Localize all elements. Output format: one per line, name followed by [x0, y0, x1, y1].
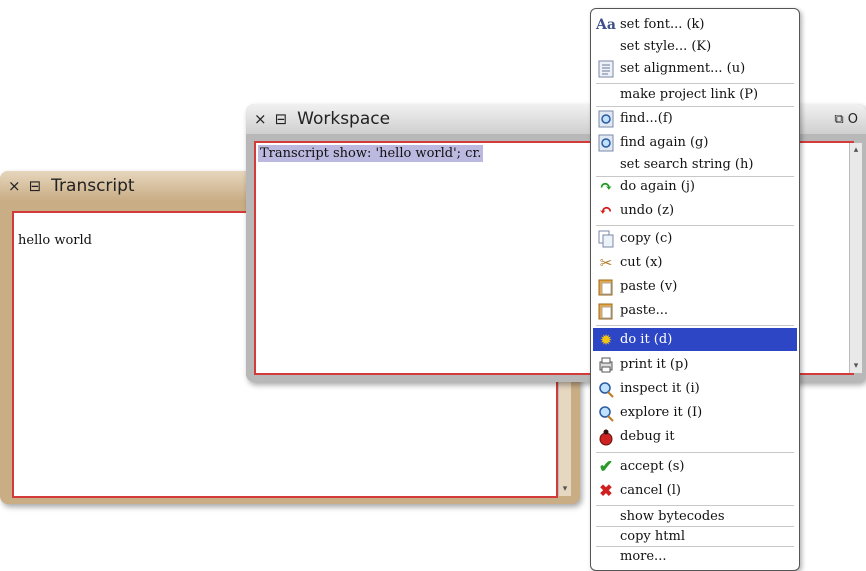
menu-separator	[596, 325, 794, 326]
menu-item-label: find again (g)	[620, 135, 709, 150]
close-icon[interactable]: ×	[254, 111, 267, 127]
checkmark-icon: ✔	[598, 456, 614, 477]
menu-item-set-search-string[interactable]: set search string (h)	[593, 155, 797, 174]
window-menu-icon[interactable]: ⊟	[29, 178, 42, 194]
window-title: Transcript	[51, 176, 135, 196]
menu-item-label: show bytecodes	[620, 509, 725, 524]
cross-icon: ✖	[599, 481, 613, 500]
menu-item-label: paste (v)	[620, 279, 678, 294]
menu-item-accept[interactable]: ✔ accept (s)	[593, 455, 797, 478]
font-icon: Aa	[596, 16, 616, 33]
menu-item-make-project-link[interactable]: make project link (P)	[593, 85, 797, 104]
menu-item-label: find...(f)	[620, 111, 673, 126]
find-again-icon	[596, 134, 616, 152]
scroll-down-arrow-icon[interactable]: ▾	[560, 484, 570, 494]
menu-item-do-again[interactable]: ↷ do again (j)	[593, 175, 797, 198]
alignment-icon	[596, 60, 616, 78]
text-context-menu[interactable]: Aa set font... (k) set style... (K) set …	[590, 8, 800, 571]
menu-item-label: undo (z)	[620, 203, 675, 218]
copy-icon	[596, 230, 616, 248]
gear-icon: ✹	[599, 330, 613, 349]
close-icon[interactable]: ×	[8, 178, 21, 194]
paste-icon	[596, 302, 616, 320]
menu-item-more[interactable]: more...	[593, 547, 797, 566]
bug-icon	[596, 428, 616, 446]
menu-item-label: cut (x)	[620, 255, 663, 270]
menu-item-label: set alignment... (u)	[620, 61, 746, 76]
redo-icon: ↷	[599, 177, 613, 196]
menu-item-debug-it[interactable]: debug it	[593, 425, 797, 448]
menu-item-copy-html[interactable]: copy html	[593, 527, 797, 546]
workspace-code-selection[interactable]: Transcript show: 'hello world'; cr.	[258, 145, 484, 162]
window-title: Workspace	[297, 109, 391, 129]
menu-item-label: more...	[620, 549, 667, 564]
scroll-up-arrow-icon[interactable]: ▴	[851, 145, 861, 155]
undo-icon: ↶	[599, 201, 613, 220]
menu-item-label: explore it (I)	[620, 405, 703, 420]
menu-item-set-font[interactable]: Aa set font... (k)	[593, 13, 797, 36]
menu-item-show-bytecodes[interactable]: show bytecodes	[593, 507, 797, 526]
menu-item-label: print it (p)	[620, 357, 689, 372]
scissors-icon: ✂	[599, 253, 613, 272]
paste-icon	[596, 278, 616, 296]
menu-item-label: make project link (P)	[620, 87, 759, 102]
menu-item-label: inspect it (i)	[620, 381, 700, 396]
window-menu-icon[interactable]: ⊟	[275, 111, 288, 127]
menu-item-set-style[interactable]: set style... (K)	[593, 35, 797, 58]
menu-separator	[596, 83, 794, 84]
scroll-down-arrow-icon[interactable]: ▾	[851, 361, 861, 371]
menu-item-label: copy html	[620, 529, 685, 544]
menu-item-find[interactable]: find...(f)	[593, 107, 797, 130]
menu-item-copy[interactable]: copy (c)	[593, 227, 797, 250]
menu-item-label: do it (d)	[620, 332, 673, 347]
inspect-icon	[596, 380, 616, 398]
menu-item-label: do again (j)	[620, 179, 695, 194]
menu-item-do-it[interactable]: ✹ do it (d)	[593, 328, 797, 351]
menu-item-undo[interactable]: ↶ undo (z)	[593, 199, 797, 222]
menu-item-paste[interactable]: paste (v)	[593, 275, 797, 298]
transcript-output: hello world	[18, 233, 92, 248]
menu-item-label: accept (s)	[620, 459, 685, 474]
menu-item-paste-dialog[interactable]: paste...	[593, 299, 797, 322]
menu-item-inspect-it[interactable]: inspect it (i)	[593, 377, 797, 400]
menu-item-label: debug it	[620, 429, 675, 444]
menu-item-label: paste...	[620, 303, 669, 318]
menu-item-label: set font... (k)	[620, 17, 705, 32]
menu-separator	[596, 225, 794, 226]
menu-item-cut[interactable]: ✂ cut (x)	[593, 251, 797, 274]
collapse-expand-icons[interactable]: ⧉ O	[834, 112, 858, 127]
menu-separator	[596, 505, 794, 506]
print-it-icon	[596, 356, 616, 374]
menu-item-print-it[interactable]: print it (p)	[593, 353, 797, 376]
menu-item-label: copy (c)	[620, 231, 673, 246]
menu-item-cancel[interactable]: ✖ cancel (l)	[593, 479, 797, 502]
menu-item-label: set search string (h)	[620, 157, 754, 172]
menu-item-label: cancel (l)	[620, 483, 681, 498]
menu-separator	[596, 452, 794, 453]
menu-item-set-alignment[interactable]: set alignment... (u)	[593, 57, 797, 80]
menu-item-label: set style... (K)	[620, 39, 712, 54]
menu-item-find-again[interactable]: find again (g)	[593, 131, 797, 154]
menu-item-explore-it[interactable]: explore it (I)	[593, 401, 797, 424]
find-icon	[596, 110, 616, 128]
workspace-scrollbar[interactable]: ▴ ▾	[849, 143, 862, 373]
explore-icon	[596, 404, 616, 422]
